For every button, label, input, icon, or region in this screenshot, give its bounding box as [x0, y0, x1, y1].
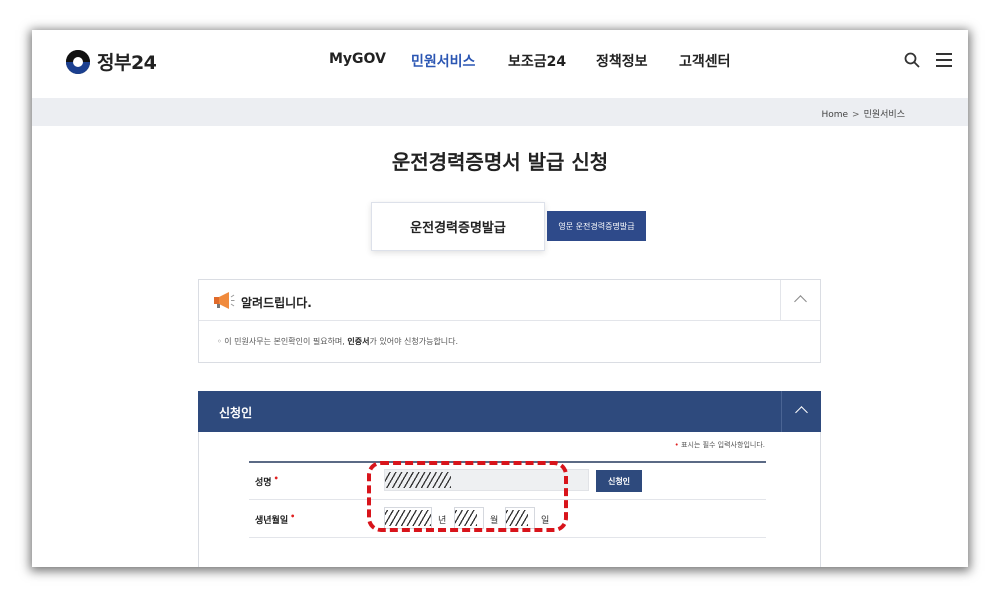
- applicant-section-title: 신청인: [219, 406, 253, 420]
- notice-text: ◦ 이 민원사무는 본인확인이 필요하며, 인증서가 있어야 신청가능합니다.: [217, 336, 458, 347]
- breadcrumb: Home > 민원서비스: [821, 107, 905, 120]
- main-nav: MyGOV 민원서비스 보조금24 정책정보 고객센터: [32, 51, 968, 71]
- highlight-dashed-outline: [367, 461, 568, 532]
- tab-driving-record[interactable]: 운전경력증명발급: [371, 202, 545, 251]
- required-star: •: [290, 512, 296, 521]
- nav-item-subsidy24[interactable]: 보조금24: [508, 51, 566, 71]
- required-note-text: 표시는 필수 입력사항입니다.: [681, 441, 765, 449]
- nav-item-customer-center[interactable]: 고객센터: [679, 51, 731, 71]
- notice-title: 알려드립니다.: [241, 296, 312, 310]
- notice-text-before: 이 민원사무는 본인확인이 필요하며,: [224, 337, 348, 346]
- nav-item-policy-info[interactable]: 정책정보: [596, 51, 648, 71]
- page-title: 운전경력증명서 발급 신청: [391, 150, 609, 174]
- notice-text-bold: 인증서: [347, 337, 370, 346]
- row-divider: [249, 537, 766, 538]
- nav-item-civil-service[interactable]: 민원서비스: [411, 51, 475, 71]
- applicant-form: • 표시는 필수 입력사항입니다. 성명 • 신청인 생년월일 • 년 월 일: [198, 432, 821, 567]
- notice-text-after: 가 있어야 신청가능합니다.: [369, 337, 459, 346]
- megaphone-icon: [214, 292, 235, 309]
- menu-icon[interactable]: [936, 53, 952, 67]
- breadcrumb-separator: >: [852, 110, 860, 120]
- applicant-section-header: 신청인: [198, 391, 821, 432]
- birth-label: 생년월일 •: [255, 512, 296, 526]
- applicant-collapse-button[interactable]: [781, 391, 821, 432]
- applicant-button[interactable]: 신청인: [596, 470, 642, 492]
- breadcrumb-home[interactable]: Home: [821, 110, 848, 120]
- name-label-text: 성명: [255, 478, 272, 488]
- notice-collapse-button[interactable]: [780, 280, 820, 321]
- breadcrumb-bar: Home > 민원서비스: [32, 98, 968, 126]
- nav-item-mygov[interactable]: MyGOV: [329, 51, 386, 67]
- browser-frame: 정부24 MyGOV 민원서비스 보조금24 정책정보 고객센터 Home > 민원…: [32, 30, 968, 567]
- breadcrumb-current[interactable]: 민원서비스: [864, 110, 905, 120]
- search-icon[interactable]: [904, 52, 920, 68]
- name-label: 성명 •: [255, 474, 279, 488]
- required-note: • 표시는 필수 입력사항입니다.: [675, 440, 765, 450]
- chevron-up-icon: [795, 406, 808, 419]
- notice-header: 알려드립니다.: [199, 280, 820, 321]
- site-header: 정부24 MyGOV 민원서비스 보조금24 정책정보 고객센터: [32, 30, 968, 98]
- chevron-up-icon: [794, 295, 807, 308]
- notice-panel: 알려드립니다. ◦ 이 민원사무는 본인확인이 필요하며, 인증서가 있어야 신…: [198, 279, 821, 363]
- required-star: •: [273, 474, 279, 483]
- tab-english-driving-record[interactable]: 영문 운전경력증명발급: [547, 211, 646, 241]
- birth-label-text: 생년월일: [255, 516, 289, 526]
